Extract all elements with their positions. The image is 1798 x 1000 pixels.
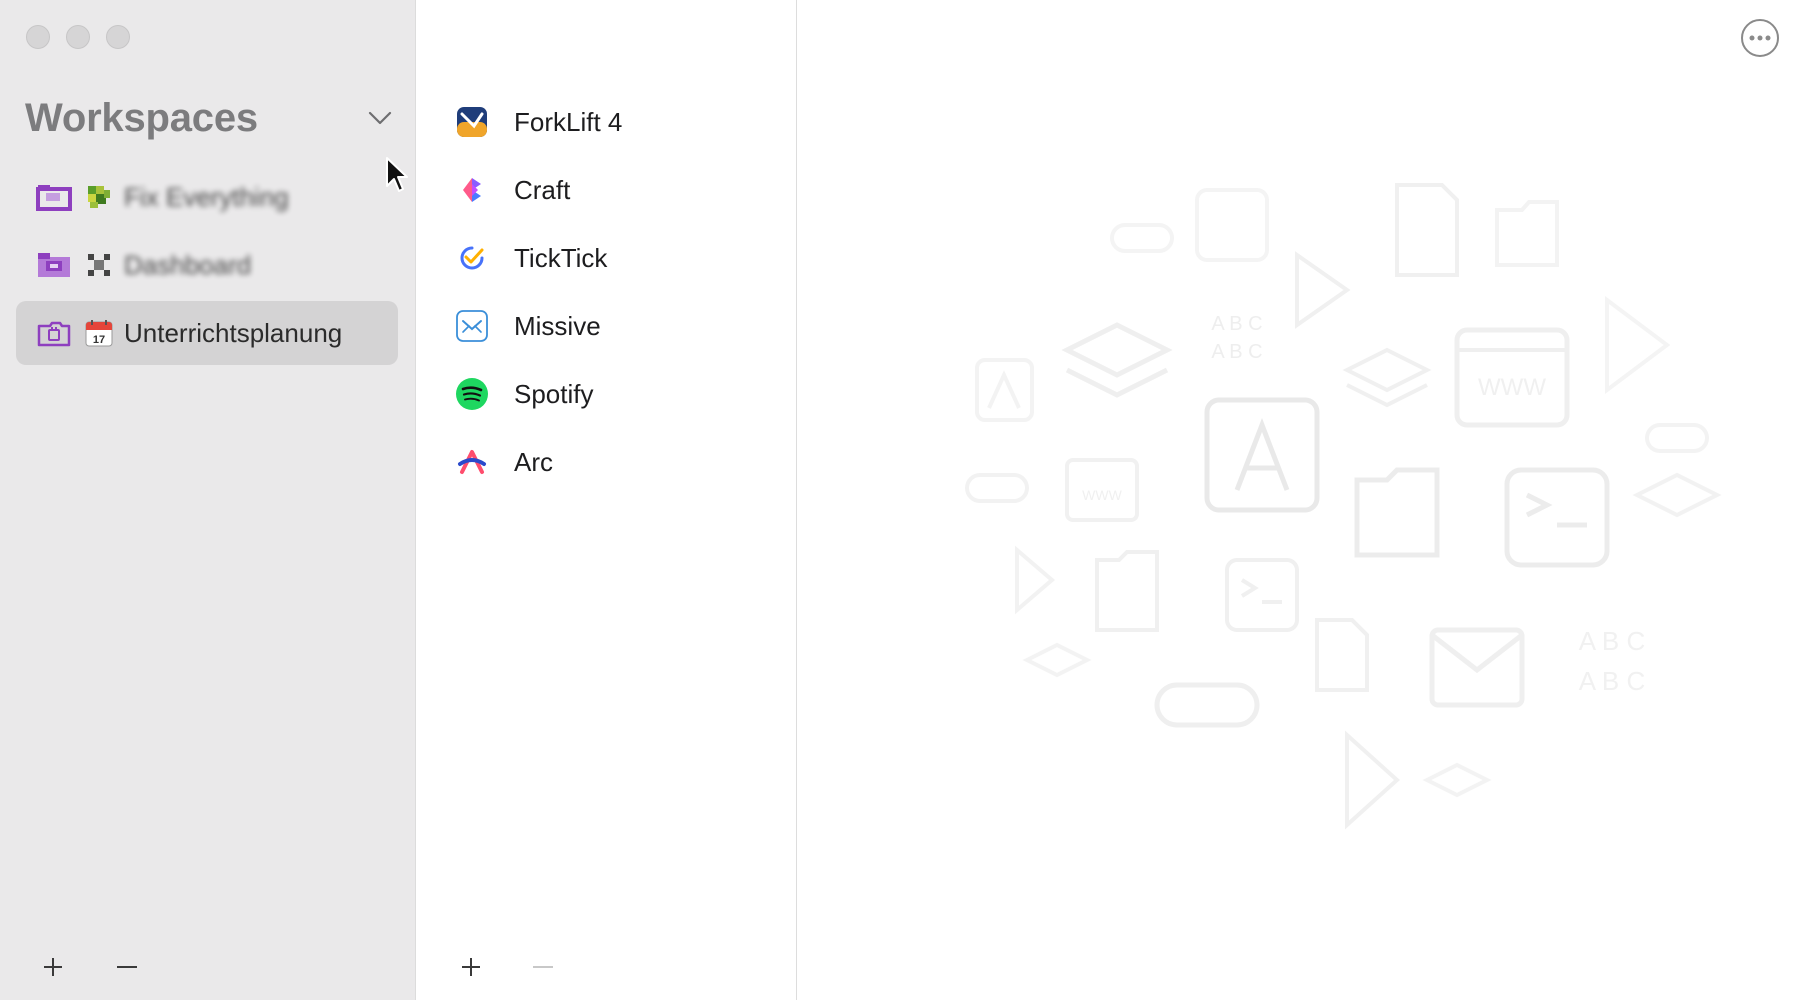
workspace-item[interactable]: Dashboard [16, 233, 398, 297]
minimize-window-button[interactable] [66, 25, 90, 49]
workspace-label: Fix Everything [124, 181, 289, 212]
workspace-item-selected[interactable]: 17 Unterrichtsplanung [16, 301, 398, 365]
window-controls [26, 25, 130, 49]
add-app-button[interactable] [456, 952, 486, 982]
workspace-label: Unterrichtsplanung [124, 317, 343, 348]
sidebar-footer [38, 952, 142, 982]
remove-app-button[interactable] [528, 952, 558, 982]
app-label: TickTick [514, 242, 608, 273]
green-pixel-emoji-icon [88, 186, 110, 208]
app-label: Missive [514, 310, 601, 341]
app-list-panel: ForkLift 4 Craft TickTick Missive Spotif… [416, 0, 797, 1000]
zoom-window-button[interactable] [106, 25, 130, 49]
mouse-cursor-icon [386, 157, 408, 192]
app-label: ForkLift 4 [514, 106, 623, 137]
chevron-down-icon[interactable] [366, 108, 394, 128]
add-workspace-button[interactable] [38, 952, 68, 982]
workspace-folder-icon [36, 185, 72, 211]
workspace-label: Dashboard [124, 249, 252, 280]
calendar-17-icon: 17 [85, 320, 113, 347]
plus-icon [462, 958, 480, 976]
detail-pane: WWW WWW A B C A B C A B C A B C [797, 0, 1798, 1000]
close-window-button[interactable] [26, 25, 50, 49]
cross-emoji-icon [88, 254, 110, 276]
app-window: Workspaces Fix Everything Dashboard 17 U… [0, 0, 1798, 1000]
app-item-spotify[interactable]: Spotify [454, 360, 622, 428]
svg-text:A B C: A B C [1211, 313, 1262, 335]
svg-text:WWW: WWW [1478, 374, 1546, 401]
svg-text:A B C: A B C [1579, 666, 1645, 696]
arc-app-icon [458, 450, 486, 474]
more-ellipsis-icon[interactable] [1740, 18, 1780, 58]
app-item-missive[interactable]: Missive [454, 292, 622, 360]
workspace-item[interactable]: Fix Everything [16, 165, 398, 229]
missive-app-icon [456, 310, 488, 342]
minus-icon [533, 966, 553, 968]
app-item-arc[interactable]: Arc [454, 428, 622, 496]
apps-footer [456, 952, 558, 982]
workspace-folder-icon [38, 253, 70, 277]
svg-text:WWW: WWW [1082, 487, 1122, 503]
app-item-forklift[interactable]: ForkLift 4 [454, 88, 622, 156]
sidebar-title: Workspaces [25, 96, 258, 140]
app-item-craft[interactable]: Craft [454, 156, 622, 224]
ticktick-app-icon [460, 246, 484, 270]
app-item-ticktick[interactable]: TickTick [454, 224, 622, 292]
sidebar: Workspaces Fix Everything Dashboard 17 U… [0, 0, 416, 1000]
svg-text:A B C: A B C [1211, 341, 1262, 363]
remove-workspace-button[interactable] [112, 952, 142, 982]
forklift-app-icon [457, 107, 487, 137]
app-list: ForkLift 4 Craft TickTick Missive Spotif… [454, 88, 622, 496]
minus-icon [117, 966, 137, 968]
app-label: Arc [514, 446, 553, 477]
workspace-folder-icon [37, 321, 71, 347]
svg-text:A B C: A B C [1579, 626, 1645, 656]
craft-app-icon [463, 178, 481, 202]
svg-text:17: 17 [93, 334, 105, 346]
app-label: Spotify [514, 378, 594, 409]
empty-state-background-pattern: WWW WWW A B C A B C A B C A B C [965, 183, 1722, 830]
workspace-list: Fix Everything Dashboard 17 Unterrichtsp… [16, 165, 398, 369]
app-label: Craft [514, 174, 571, 205]
spotify-app-icon [456, 378, 488, 410]
plus-icon [44, 958, 62, 976]
